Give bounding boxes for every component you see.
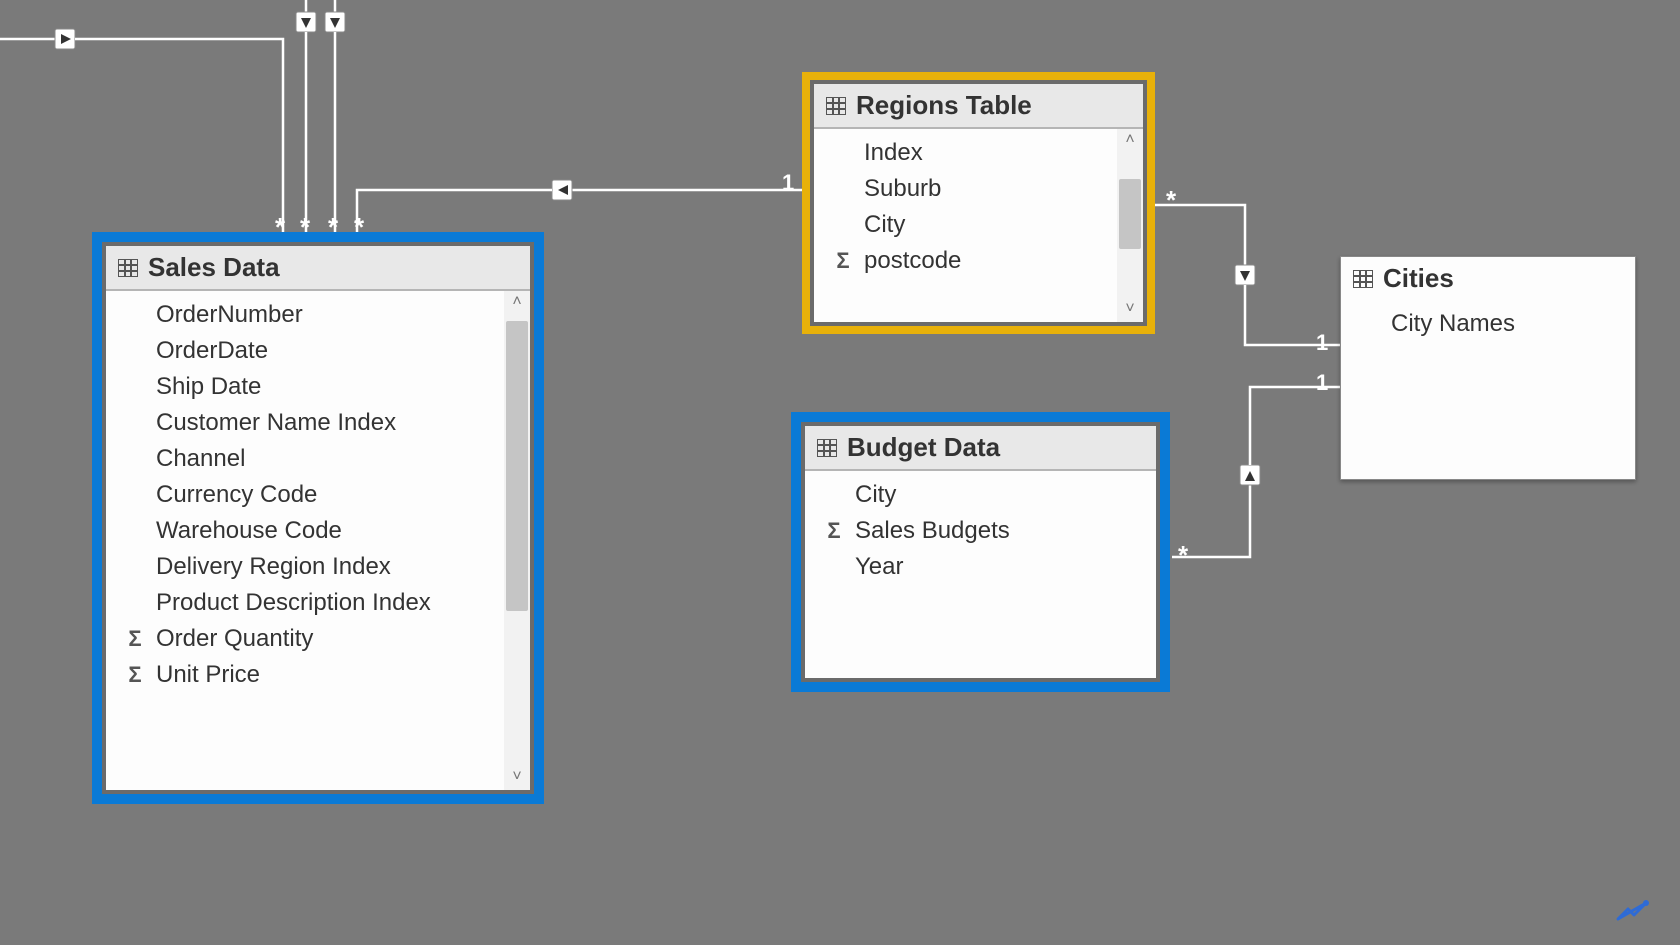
- cardinality-many: *: [1178, 540, 1188, 571]
- scroll-thumb[interactable]: [506, 321, 528, 611]
- table-cities[interactable]: Cities City Names: [1340, 256, 1636, 480]
- scroll-down-icon[interactable]: ˅: [1125, 298, 1134, 320]
- field-item[interactable]: Suburb: [814, 171, 1143, 207]
- field-list: OrderNumber OrderDate Ship Date Customer…: [106, 291, 530, 699]
- scroll-down-icon[interactable]: ˅: [512, 766, 521, 788]
- table-header[interactable]: Sales Data: [106, 246, 530, 291]
- field-item[interactable]: Currency Code: [106, 477, 530, 513]
- model-canvas[interactable]: 1 * 1 1 * * * * * Sales Data OrderNumber…: [0, 0, 1680, 945]
- field-item[interactable]: ΣOrder Quantity: [106, 621, 530, 657]
- field-list: Index Suburb City Σpostcode: [814, 129, 1143, 285]
- field-list: City Names: [1341, 300, 1635, 348]
- table-header[interactable]: Budget Data: [805, 426, 1156, 471]
- field-item[interactable]: Warehouse Code: [106, 513, 530, 549]
- table-title: Budget Data: [847, 432, 1000, 463]
- table-title: Sales Data: [148, 252, 280, 283]
- table-sales-data[interactable]: Sales Data OrderNumber OrderDate Ship Da…: [92, 232, 544, 804]
- field-item[interactable]: Year: [805, 549, 1156, 585]
- table-icon: [826, 97, 846, 115]
- cardinality-many: *: [1166, 185, 1176, 216]
- field-item[interactable]: Index: [814, 135, 1143, 171]
- field-item[interactable]: Delivery Region Index: [106, 549, 530, 585]
- sigma-icon: Σ: [823, 518, 845, 544]
- brand-logo-icon: [1614, 893, 1650, 923]
- sigma-icon: Σ: [124, 626, 146, 652]
- field-item[interactable]: Channel: [106, 441, 530, 477]
- scrollbar[interactable]: ˄ ˅: [1117, 129, 1143, 322]
- scroll-thumb[interactable]: [1119, 179, 1141, 249]
- field-item[interactable]: City: [805, 477, 1156, 513]
- cardinality-one: 1: [1316, 370, 1328, 396]
- table-icon: [118, 259, 138, 277]
- table-budget-data[interactable]: Budget Data City ΣSales Budgets Year: [791, 412, 1170, 692]
- table-title: Regions Table: [856, 90, 1032, 121]
- scroll-up-icon[interactable]: ˄: [1125, 129, 1134, 151]
- field-item[interactable]: ΣSales Budgets: [805, 513, 1156, 549]
- field-item[interactable]: City Names: [1341, 306, 1635, 342]
- table-header[interactable]: Regions Table: [814, 84, 1143, 129]
- field-list: City ΣSales Budgets Year: [805, 471, 1156, 591]
- scroll-up-icon[interactable]: ˄: [512, 291, 521, 313]
- table-header[interactable]: Cities: [1341, 257, 1635, 300]
- scrollbar[interactable]: ˄ ˅: [504, 291, 530, 790]
- sigma-icon: Σ: [124, 662, 146, 688]
- field-item[interactable]: Σpostcode: [814, 243, 1143, 279]
- cardinality-one: 1: [1316, 330, 1328, 356]
- table-icon: [1353, 270, 1373, 288]
- table-regions[interactable]: Regions Table Index Suburb City Σpostcod…: [802, 72, 1155, 334]
- field-item[interactable]: Product Description Index: [106, 585, 530, 621]
- field-item[interactable]: Ship Date: [106, 369, 530, 405]
- cardinality-one: 1: [782, 170, 794, 196]
- sigma-icon: Σ: [832, 248, 854, 274]
- field-item[interactable]: OrderNumber: [106, 297, 530, 333]
- table-icon: [817, 439, 837, 457]
- field-item[interactable]: City: [814, 207, 1143, 243]
- field-item[interactable]: OrderDate: [106, 333, 530, 369]
- field-item[interactable]: ΣUnit Price: [106, 657, 530, 693]
- table-title: Cities: [1383, 263, 1454, 294]
- field-item[interactable]: Customer Name Index: [106, 405, 530, 441]
